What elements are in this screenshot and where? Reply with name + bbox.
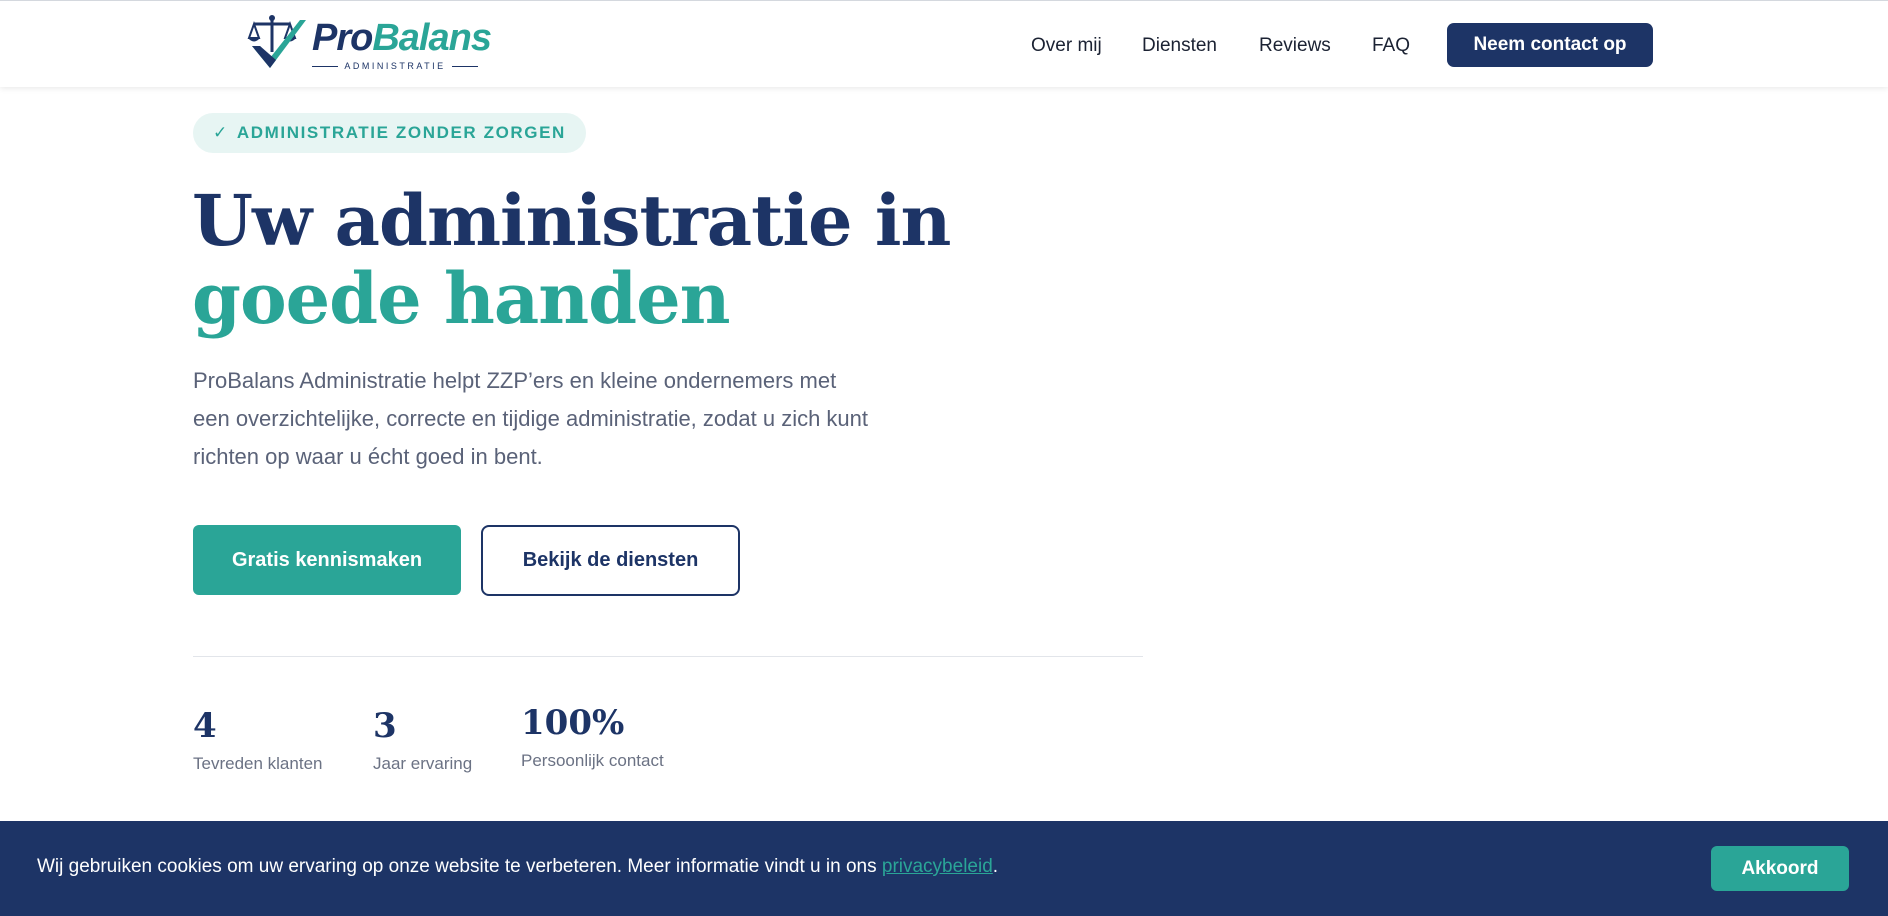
free-intro-button[interactable]: Gratis kennismaken — [193, 525, 461, 595]
nav-link-over-mij[interactable]: Over mij — [1031, 35, 1102, 57]
nav-link-faq[interactable]: FAQ — [1372, 35, 1410, 57]
brand-tagline: ADMINISTRATIE — [312, 61, 478, 71]
stat-value: 4 — [193, 706, 217, 746]
stat-label: Tevreden klanten — [193, 754, 323, 773]
hero-title-accent: goede handen — [192, 257, 731, 340]
nav-link-reviews[interactable]: Reviews — [1259, 35, 1331, 57]
check-icon: ✓ — [213, 123, 229, 142]
hero-badge-label: ADMINISTRATIE ZONDER ZORGEN — [236, 123, 566, 142]
stat-years-experience: 3 Jaar ervaring — [373, 706, 472, 774]
stat-label: Persoonlijk contact — [521, 751, 664, 770]
accept-cookies-button[interactable]: Akkoord — [1711, 846, 1849, 891]
stat-satisfied-clients: 4 Tevreden klanten — [193, 706, 322, 774]
stat-value: 3 — [373, 706, 397, 746]
site-header: ProBalans ADMINISTRATIE Over mij Dienste… — [0, 0, 1888, 87]
hero-description: ProBalans Administratie helpt ZZP’ers en… — [193, 368, 869, 469]
cookie-banner: Wij gebruiken cookies om uw ervaring op … — [0, 821, 1888, 916]
brand-logo[interactable]: ProBalans ADMINISTRATIE — [246, 11, 492, 75]
brand-wordmark: ProBalans ADMINISTRATIE — [312, 11, 492, 75]
scales-check-icon — [247, 15, 306, 68]
cookie-message: Wij gebruiken cookies om uw ervaring op … — [37, 856, 999, 877]
stat-label: Jaar ervaring — [373, 754, 473, 773]
nav-link-diensten[interactable]: Diensten — [1142, 35, 1217, 57]
stat-personal-contact: 100% Persoonlijk contact — [521, 703, 664, 771]
hero-badge: ✓ ADMINISTRATIE ZONDER ZORGEN — [193, 113, 586, 153]
divider — [193, 656, 1143, 657]
hero-title: Uw administratie in goede handen — [192, 182, 1052, 338]
stat-value: 100% — [521, 703, 625, 743]
view-services-button[interactable]: Bekijk de diensten — [481, 525, 740, 596]
privacy-policy-link[interactable]: privacybeleid — [882, 856, 993, 877]
hero-title-main: Uw administratie in — [192, 179, 951, 262]
brand-name: ProBalans — [312, 17, 492, 59]
contact-button[interactable]: Neem contact op — [1447, 23, 1653, 67]
